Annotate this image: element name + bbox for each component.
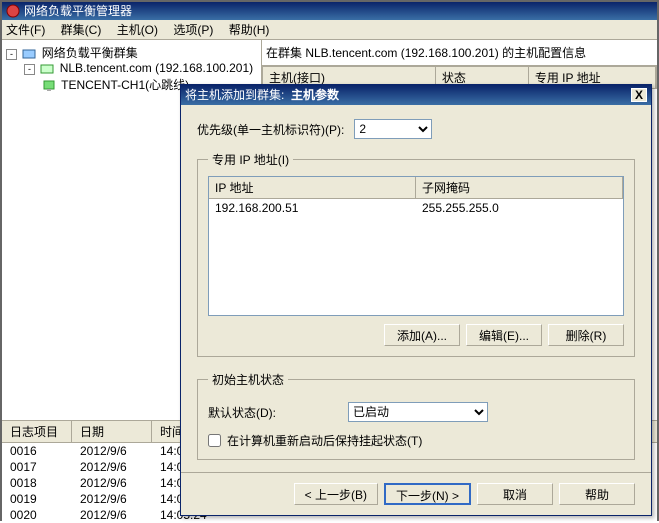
ip-row-address: 192.168.200.51	[209, 199, 416, 217]
log-col-date[interactable]: 日期	[72, 421, 152, 442]
ip-col-address[interactable]: IP 地址	[209, 177, 416, 198]
tree-host-label: TENCENT-CH1(心跳线)	[61, 78, 189, 92]
priority-label: 优先级(单一主机标识符)(P):	[197, 121, 344, 138]
menu-host[interactable]: 主机(O)	[117, 23, 158, 37]
edit-ip-button[interactable]: 编辑(E)...	[466, 324, 542, 346]
wizard-buttons: < 上一步(B) 下一步(N) > 取消 帮助	[181, 472, 651, 515]
ip-row[interactable]: 192.168.200.51 255.255.255.0	[209, 199, 623, 217]
menu-cluster[interactable]: 群集(C)	[61, 23, 102, 37]
log-col-entry[interactable]: 日志项目	[2, 421, 72, 442]
retain-suspended-label: 在计算机重新启动后保持挂起状态(T)	[227, 432, 422, 449]
next-button[interactable]: 下一步(N) >	[384, 483, 471, 505]
initial-state-group: 初始主机状态 默认状态(D): 已启动 在计算机重新启动后保持挂起状态(T)	[197, 371, 635, 460]
app-icon	[6, 4, 20, 18]
add-host-dialog: 将主机添加到群集: 主机参数 X 优先级(单一主机标识符)(P): 2 专用 I…	[180, 84, 652, 516]
tree-cluster[interactable]: - NLB.tencent.com (192.168.100.201)	[6, 61, 257, 76]
cancel-button[interactable]: 取消	[477, 483, 553, 505]
menubar: 文件(F) 群集(C) 主机(O) 选项(P) 帮助(H)	[2, 20, 657, 40]
host-icon	[42, 79, 56, 93]
default-state-select[interactable]: 已启动	[348, 402, 488, 422]
tree-root[interactable]: - 网络负载平衡群集	[6, 44, 257, 61]
menu-options[interactable]: 选项(P)	[173, 23, 213, 37]
app-titlebar: 网络负载平衡管理器	[2, 2, 657, 20]
retain-suspended-checkbox[interactable]	[208, 434, 221, 447]
dialog-title: 将主机添加到群集: 主机参数	[185, 85, 339, 105]
dedicated-ip-group: 专用 IP 地址(I) IP 地址 子网掩码 192.168.200.51 25…	[197, 151, 635, 357]
cluster-root-icon	[22, 47, 36, 61]
collapse-icon[interactable]: -	[6, 49, 17, 60]
ip-col-mask[interactable]: 子网掩码	[416, 177, 623, 198]
tree-cluster-label: NLB.tencent.com (192.168.100.201)	[60, 61, 253, 75]
dialog-titlebar[interactable]: 将主机添加到群集: 主机参数 X	[181, 85, 651, 105]
help-button[interactable]: 帮助	[559, 483, 635, 505]
tree-root-label: 网络负载平衡群集	[42, 46, 138, 60]
hostinfo-label: 在群集 NLB.tencent.com (192.168.100.201) 的主…	[262, 40, 657, 66]
back-button[interactable]: < 上一步(B)	[294, 483, 378, 505]
add-ip-button[interactable]: 添加(A)...	[384, 324, 460, 346]
collapse-icon[interactable]: -	[24, 64, 35, 75]
menu-file[interactable]: 文件(F)	[6, 23, 45, 37]
menu-help[interactable]: 帮助(H)	[229, 23, 270, 37]
close-icon[interactable]: X	[631, 88, 647, 102]
ip-row-mask: 255.255.255.0	[416, 199, 623, 217]
app-title: 网络负载平衡管理器	[24, 2, 132, 20]
cluster-icon	[40, 62, 54, 76]
default-state-label: 默认状态(D):	[208, 404, 348, 421]
dedicated-ip-legend: 专用 IP 地址(I)	[208, 151, 293, 168]
ip-list[interactable]: IP 地址 子网掩码 192.168.200.51 255.255.255.0	[208, 176, 624, 316]
priority-select[interactable]: 2	[354, 119, 432, 139]
initial-state-legend: 初始主机状态	[208, 371, 288, 388]
remove-ip-button[interactable]: 删除(R)	[548, 324, 624, 346]
